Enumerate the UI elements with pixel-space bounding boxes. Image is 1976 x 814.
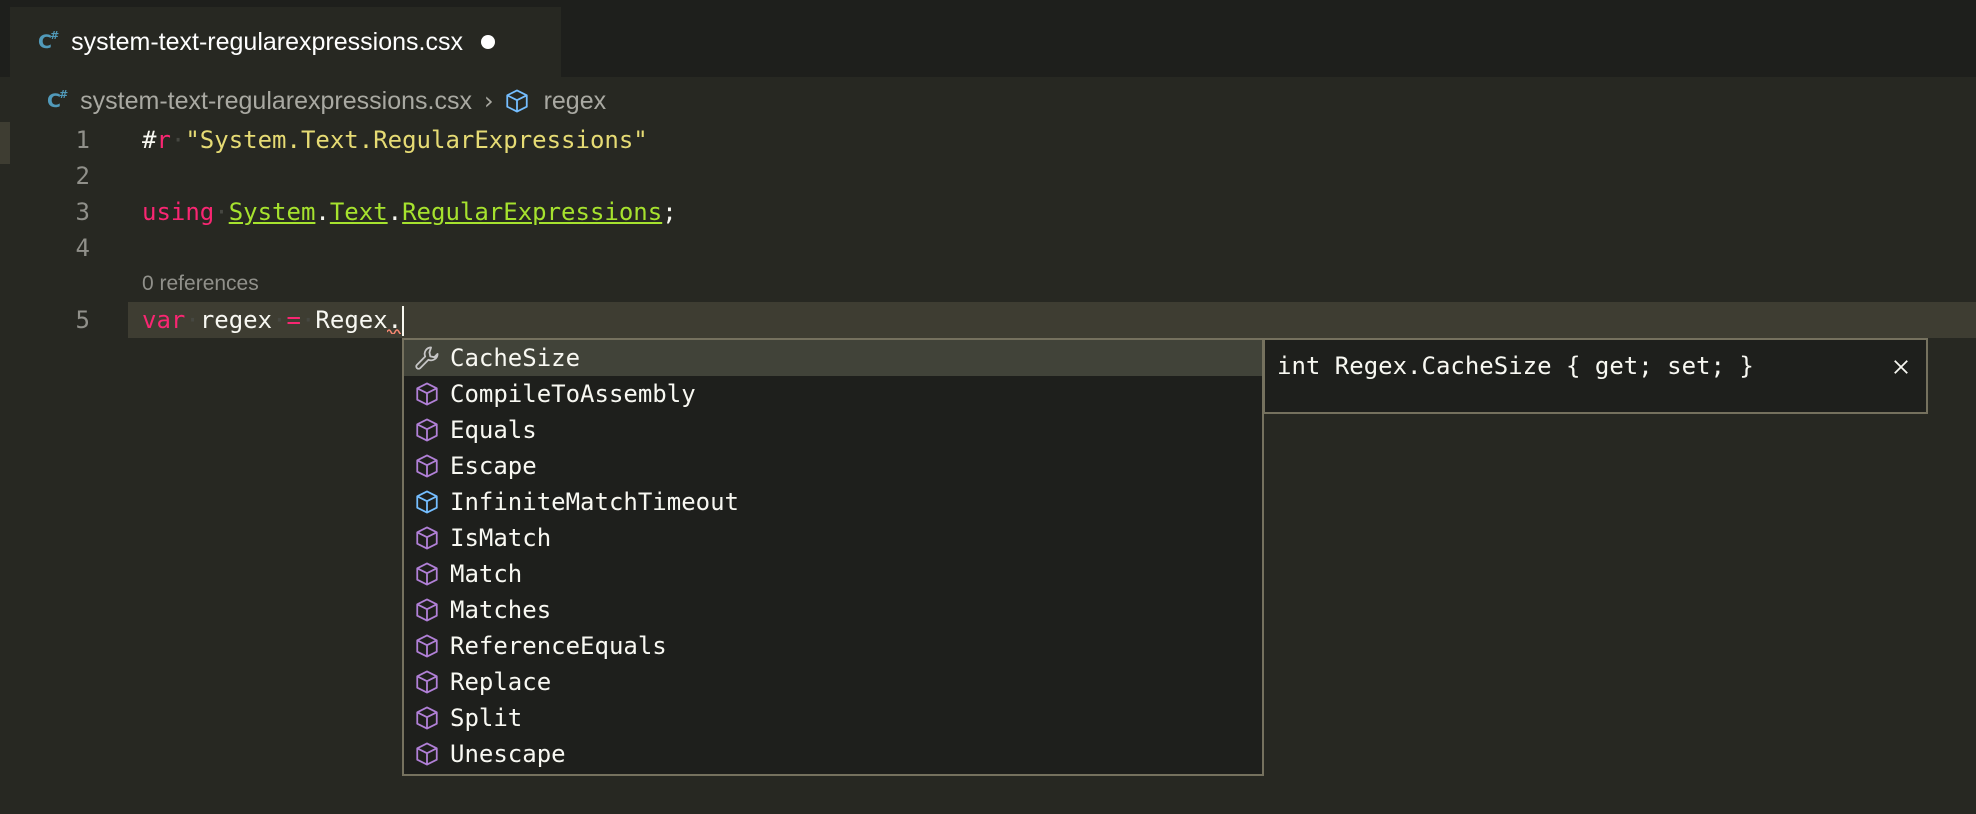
tab-title: system-text-regularexpressions.csx bbox=[71, 27, 463, 56]
code-token: r bbox=[156, 126, 171, 154]
suggest-details-signature: int Regex.CacheSize { get; set; } bbox=[1277, 352, 1754, 380]
code-text: using·System.Text.RegularExpressions; bbox=[142, 194, 677, 230]
code-token: . bbox=[315, 198, 330, 226]
suggest-item[interactable]: IsMatch bbox=[404, 520, 1262, 556]
text-cursor bbox=[402, 306, 405, 336]
method-cube-icon bbox=[412, 561, 442, 587]
code-token: RegularExpressions bbox=[402, 198, 663, 226]
method-cube-icon bbox=[412, 705, 442, 731]
breadcrumb: C# system-text-regularexpressions.csx › … bbox=[47, 84, 606, 118]
breadcrumb-symbol-label: regex bbox=[543, 86, 607, 115]
suggest-item[interactable]: Match bbox=[404, 556, 1262, 592]
suggest-item[interactable]: Unescape bbox=[404, 736, 1262, 772]
suggest-item[interactable]: CacheSize bbox=[404, 340, 1262, 376]
line-number: 4 bbox=[75, 234, 90, 262]
suggest-item-label: Replace bbox=[450, 668, 552, 696]
suggest-item[interactable]: Escape bbox=[404, 448, 1262, 484]
code-text: var·regex·=·Regex. bbox=[142, 302, 405, 338]
codelens-references[interactable]: 0 references bbox=[142, 272, 259, 296]
line-number: 3 bbox=[75, 198, 90, 226]
code-line[interactable]: 3 using·System.Text.RegularExpressions; bbox=[0, 194, 1976, 230]
suggest-item-label: CacheSize bbox=[450, 344, 581, 372]
method-cube-icon bbox=[412, 381, 442, 407]
suggest-item[interactable]: Replace bbox=[404, 664, 1262, 700]
chevron-right-icon: › bbox=[483, 87, 494, 115]
suggest-widget: CacheSize CompileToAssembly Equals Escape In… bbox=[402, 338, 1264, 776]
method-cube-icon bbox=[412, 453, 442, 479]
csharp-file-icon: C# bbox=[38, 29, 59, 53]
code-line[interactable]: 1 #r·"System.Text.RegularExpressions" bbox=[0, 122, 1976, 158]
code-token: Text bbox=[329, 198, 388, 226]
suggest-item-label: ReferenceEquals bbox=[450, 632, 667, 660]
suggest-item[interactable]: Matches bbox=[404, 592, 1262, 628]
code-line[interactable]: 4 bbox=[0, 230, 1976, 266]
code-token: # bbox=[142, 126, 157, 154]
breadcrumb-file[interactable]: system-text-regularexpressions.csx bbox=[80, 87, 472, 116]
suggest-item[interactable]: CompileToAssembly bbox=[404, 376, 1262, 412]
suggest-item[interactable]: Equals bbox=[404, 412, 1262, 448]
code-line[interactable]: 2 bbox=[0, 158, 1976, 194]
method-cube-icon bbox=[412, 669, 442, 695]
method-cube-icon bbox=[412, 741, 442, 767]
error-squiggle bbox=[387, 329, 401, 334]
code-token: · bbox=[272, 306, 287, 334]
line-number: 1 bbox=[75, 126, 90, 154]
cube-icon bbox=[505, 89, 528, 113]
line-number: 2 bbox=[75, 162, 90, 190]
code-token: · bbox=[300, 306, 316, 334]
close-icon[interactable] bbox=[1886, 352, 1916, 382]
code-token: · bbox=[185, 306, 200, 334]
code-token: System bbox=[228, 198, 316, 226]
suggest-item-label: InfiniteMatchTimeout bbox=[450, 488, 739, 516]
code-token: . bbox=[387, 198, 403, 226]
suggest-item[interactable]: InfiniteMatchTimeout bbox=[404, 484, 1262, 520]
suggest-item-label: Unescape bbox=[450, 740, 566, 768]
code-token: · bbox=[214, 198, 229, 226]
unsaved-dot-icon[interactable] bbox=[480, 35, 495, 49]
method-cube-icon bbox=[412, 417, 442, 443]
field-cube-icon bbox=[412, 489, 442, 515]
editor-tab[interactable]: C# system-text-regularexpressions.csx bbox=[10, 7, 561, 77]
suggest-item-label: Escape bbox=[450, 452, 537, 480]
code-token: using bbox=[142, 198, 215, 226]
suggest-item-label: Split bbox=[450, 704, 523, 732]
code-token: ; bbox=[662, 198, 677, 226]
code-token: regex bbox=[199, 306, 273, 334]
line-number: 5 bbox=[75, 306, 90, 334]
method-cube-icon bbox=[412, 597, 442, 623]
suggest-details: int Regex.CacheSize { get; set; } bbox=[1264, 338, 1928, 414]
code-token: "System.Text.RegularExpressions" bbox=[185, 126, 648, 154]
suggest-item-label: Matches bbox=[450, 596, 552, 624]
csharp-file-icon: C# bbox=[47, 88, 68, 112]
suggest-item-label: Equals bbox=[450, 416, 537, 444]
code-line[interactable]: 5 var·regex·=·Regex. bbox=[0, 302, 1976, 338]
code-text: #r·"System.Text.RegularExpressions" bbox=[142, 122, 648, 158]
tab-bar: C# system-text-regularexpressions.csx bbox=[0, 0, 1976, 77]
method-cube-icon bbox=[412, 633, 442, 659]
suggest-item-label: CompileToAssembly bbox=[450, 380, 696, 408]
breadcrumb-symbol[interactable]: regex bbox=[504, 86, 607, 116]
code-token: var bbox=[142, 306, 186, 334]
suggest-item-label: Match bbox=[450, 560, 523, 588]
suggest-item[interactable]: Split bbox=[404, 700, 1262, 736]
wrench-icon bbox=[412, 345, 442, 371]
suggest-item-label: IsMatch bbox=[450, 524, 552, 552]
method-cube-icon bbox=[412, 525, 442, 551]
code-token: = bbox=[286, 306, 301, 334]
suggest-item[interactable]: ReferenceEquals bbox=[404, 628, 1262, 664]
code-token: · bbox=[170, 126, 186, 154]
